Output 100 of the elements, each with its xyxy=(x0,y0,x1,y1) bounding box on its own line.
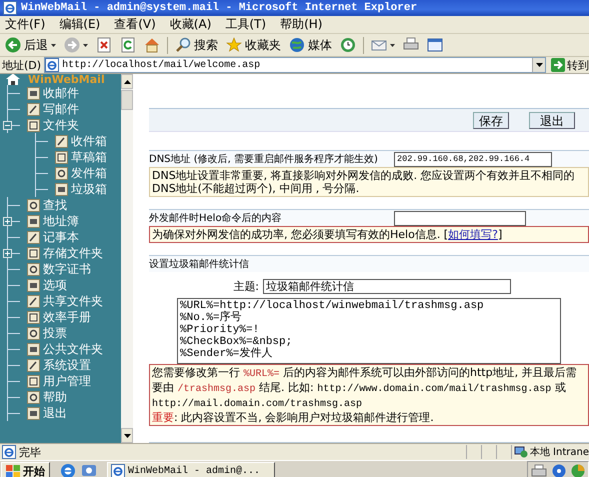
note-text: 重要: 此内容设置不当, 会影响用户对垃圾箱邮件进行管理. xyxy=(152,411,435,424)
clock-icon xyxy=(340,37,356,53)
menu-item[interactable]: 工具(T) xyxy=(225,16,266,33)
refresh-icon xyxy=(120,37,136,53)
tree-item[interactable]: 投票 xyxy=(43,324,67,342)
browser-icon xyxy=(111,464,125,477)
tree-item[interactable]: 垃圾箱 xyxy=(71,180,107,198)
media-button[interactable]: 媒体 xyxy=(286,36,335,54)
note-text: DNS地址设置非常重要, 将直接影响对外网发信的成败. 您应设置两个有效并且不相同的DNS地址(不能超过两个), 中间用 , 号分隔. xyxy=(152,169,576,195)
tile-icon xyxy=(27,278,40,292)
tree-item[interactable]: 写邮件 xyxy=(43,100,79,118)
tile-icon xyxy=(55,134,68,148)
section-title: 设置垃圾箱邮件统计信 xyxy=(149,258,250,271)
tree-item[interactable]: 数字证书 xyxy=(43,260,91,278)
note-text: 您需要修改第一行 %URL%= 后的内容为邮件系统可以由外部访问的http地址, 并且最后需要由 /trashmsg.asp 结尾. 比如: http://www.domain.com/mail/trashmsg.asp 或 http://mail.domain.com/trashmsg.asp xyxy=(152,366,578,411)
tree-item[interactable]: 草稿箱 xyxy=(71,148,107,166)
menu-item[interactable]: 编辑(E) xyxy=(59,16,100,33)
window-title: WinWebMail - admin@system.mail - Microsoft Internet Explorer xyxy=(21,2,418,14)
tile-icon xyxy=(55,182,68,196)
text-field[interactable]: 垃圾箱邮件统计信 xyxy=(263,278,511,294)
tile-icon xyxy=(27,294,40,308)
tree-item[interactable]: 公共文件夹 xyxy=(43,340,103,358)
tile-icon xyxy=(27,310,40,324)
desktop-icon[interactable] xyxy=(81,463,97,477)
field-label: 主题: xyxy=(232,278,260,294)
address-field[interactable]: http://localhost/mail/welcome.asp xyxy=(44,57,546,73)
action-button[interactable]: 退出 xyxy=(529,112,575,128)
tree-item[interactable]: 地址簿 xyxy=(43,212,79,230)
status-text: 完毕 xyxy=(19,444,41,460)
collapse-icon[interactable] xyxy=(3,120,12,130)
expand-icon[interactable] xyxy=(3,216,12,226)
text-field[interactable]: 202.99.160.68,202.99.166.4 xyxy=(394,152,552,166)
note-text: 为确保对外网发信的成功率, 您必须要填写有效的Helo信息. [如何填写?] xyxy=(152,228,504,241)
tile-icon xyxy=(27,86,40,100)
caret-icon xyxy=(83,44,88,46)
action-button[interactable]: 保存 xyxy=(473,112,509,128)
tile-icon xyxy=(27,406,40,420)
taskbar-button[interactable]: WinWebMail - admin@... xyxy=(107,462,275,477)
page-icon xyxy=(45,58,60,72)
menu-item[interactable]: 帮助(H) xyxy=(280,16,322,33)
tile-icon xyxy=(27,326,40,340)
dropdown-arrow-icon xyxy=(536,63,543,67)
tile-icon xyxy=(27,214,40,228)
text-field[interactable] xyxy=(394,210,526,226)
tile-icon xyxy=(27,262,40,276)
address-label: 地址(D) xyxy=(2,58,42,72)
expand-icon[interactable] xyxy=(3,248,12,258)
tile-icon xyxy=(27,118,40,132)
tree-item[interactable]: 记事本 xyxy=(43,228,79,246)
menu-item[interactable]: 收藏(A) xyxy=(170,16,212,33)
favorites-button[interactable]: 收藏夹 xyxy=(223,36,284,54)
search-button[interactable]: 搜索 xyxy=(172,36,221,54)
tree-item[interactable]: 共享文件夹 xyxy=(43,292,103,310)
tile-icon xyxy=(27,390,40,404)
window-icon xyxy=(427,37,443,53)
help-link[interactable]: 如何填写? xyxy=(448,228,498,241)
tree-item[interactable]: 查找 xyxy=(43,196,67,214)
menu-item[interactable]: 查看(V) xyxy=(114,16,156,33)
globe-icon xyxy=(289,37,305,53)
tile-icon xyxy=(27,374,40,388)
scroll-down-icon[interactable] xyxy=(124,434,130,438)
tile-icon xyxy=(27,230,40,244)
go-button[interactable]: 转到 xyxy=(549,58,589,72)
browser-icon xyxy=(3,1,17,15)
menu-item[interactable]: 文件(F) xyxy=(5,16,46,33)
back-button[interactable]: 后退 xyxy=(2,36,59,54)
flag-icon xyxy=(6,464,20,477)
tree-item[interactable]: 发件箱 xyxy=(71,164,107,182)
tile-icon xyxy=(55,166,68,180)
scrollbar[interactable] xyxy=(121,74,133,443)
tree-item[interactable]: 收件箱 xyxy=(71,132,107,150)
tile-icon xyxy=(27,358,40,372)
stop-icon xyxy=(96,37,112,53)
home-icon xyxy=(144,37,160,53)
network-icon xyxy=(514,446,528,458)
tile-icon xyxy=(27,246,40,260)
tree-item[interactable]: 收邮件 xyxy=(43,84,79,102)
tree-item[interactable]: 帮助 xyxy=(43,388,67,406)
tree-item[interactable]: 文件夹 xyxy=(43,116,79,134)
tree-item[interactable]: 用户管理 xyxy=(43,372,91,390)
field-label: 外发邮件时Helo命令后的内容 xyxy=(149,212,283,225)
caret-icon xyxy=(51,44,56,46)
go-arrow-icon xyxy=(551,58,566,72)
zone-text: 本地 Intrane xyxy=(530,446,589,459)
house-icon xyxy=(6,74,20,85)
tree-item[interactable]: 效率手册 xyxy=(43,308,91,326)
tile-icon xyxy=(27,102,40,116)
tile-icon xyxy=(27,342,40,356)
tree-item[interactable]: 存储文件夹 xyxy=(43,244,103,262)
tile-icon xyxy=(27,198,40,212)
template-field[interactable]: %URL%=http://localhost/winwebmail/trashmsg.asp %No.%=序号 %Priority%=! %CheckBox%=&nbsp; %Sender%=发件人 xyxy=(177,298,561,364)
scroll-thumb[interactable] xyxy=(121,90,133,110)
tree-item[interactable]: 选项 xyxy=(43,276,67,294)
browser-icon[interactable] xyxy=(60,463,76,477)
pie-icon xyxy=(571,464,585,477)
start-button[interactable]: 开始 xyxy=(1,462,50,477)
scroll-up-icon[interactable] xyxy=(124,80,130,84)
search-icon xyxy=(175,37,191,53)
tree-item[interactable]: 系统设置 xyxy=(43,356,91,374)
tree-item[interactable]: 退出 xyxy=(43,404,67,422)
